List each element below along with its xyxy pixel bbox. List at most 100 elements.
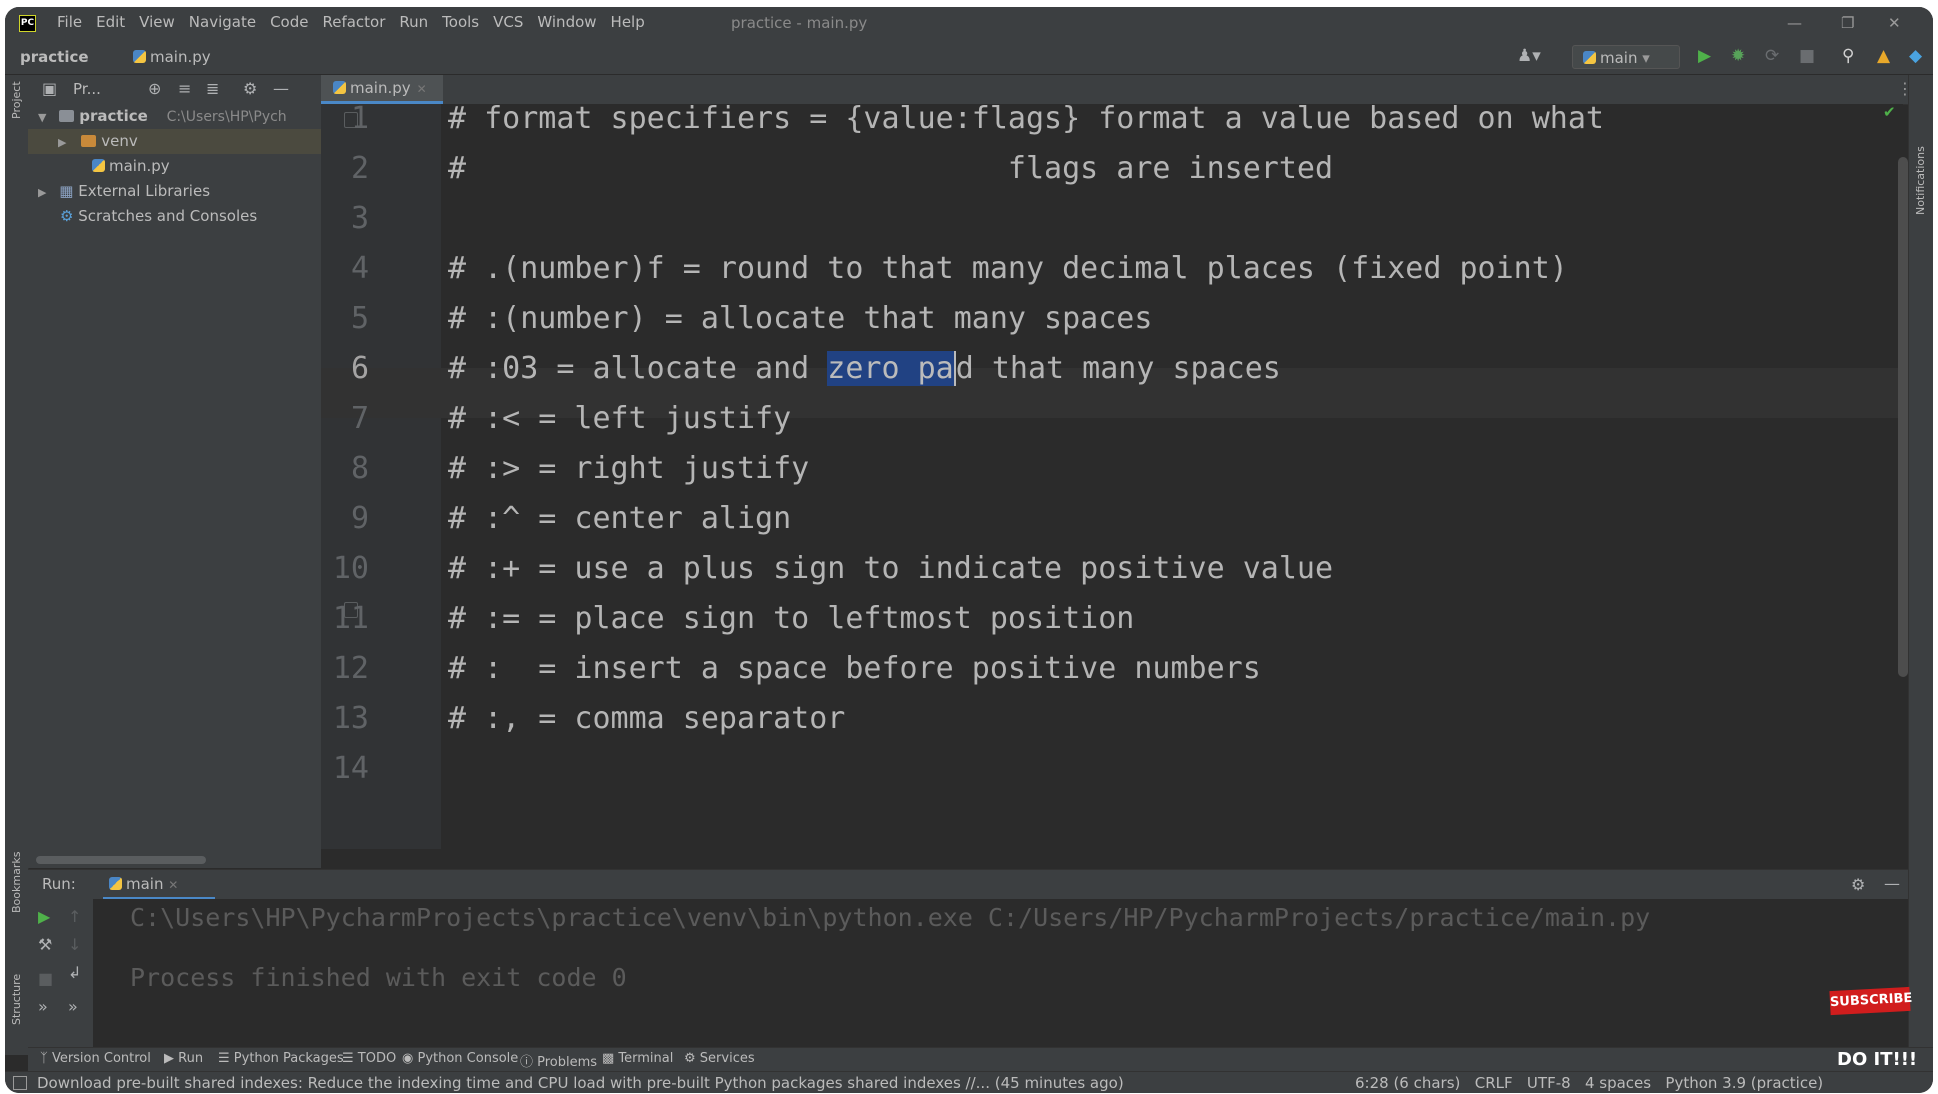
collapse-all-icon[interactable]: ≣ bbox=[206, 79, 219, 98]
minimize-icon[interactable]: — bbox=[1787, 14, 1802, 32]
menu-vcs[interactable]: VCS bbox=[493, 13, 523, 31]
plugin-icon[interactable]: ◆ bbox=[1909, 47, 1922, 65]
run-tab-main[interactable]: main ✕ bbox=[103, 870, 215, 900]
services-tool-button[interactable]: ⚙ Services bbox=[684, 1051, 755, 1066]
menu-refactor[interactable]: Refactor bbox=[322, 13, 385, 31]
menu-run[interactable]: Run bbox=[399, 13, 428, 31]
hide-panel-icon[interactable]: — bbox=[273, 79, 289, 98]
menu-tools[interactable]: Tools bbox=[442, 13, 479, 31]
bookmarks-tool-button[interactable]: Bookmarks bbox=[10, 852, 23, 913]
tree-item-external-libraries[interactable]: ▶ ▦ External Libraries bbox=[28, 179, 321, 204]
tree-item-label: practice bbox=[79, 107, 148, 125]
vertical-scrollbar[interactable] bbox=[1898, 157, 1908, 677]
soft-wrap-icon[interactable]: ↲ bbox=[68, 963, 81, 982]
hide-run-panel-icon[interactable]: — bbox=[1884, 874, 1900, 893]
breadcrumb-file[interactable]: main.py bbox=[133, 48, 211, 66]
line-number: 14 bbox=[332, 751, 369, 786]
project-tool-button[interactable]: Project bbox=[10, 81, 23, 119]
rerun-icon[interactable]: ▶ bbox=[38, 907, 50, 926]
menu-help[interactable]: Help bbox=[611, 13, 645, 31]
close-window-icon[interactable]: ✕ bbox=[1888, 14, 1901, 32]
debug-icon[interactable]: ✹ bbox=[1731, 47, 1745, 65]
expand-all-icon[interactable]: ≡ bbox=[178, 79, 191, 98]
code-line[interactable]: # .(number)f = round to that many decima… bbox=[448, 244, 1568, 294]
code-line[interactable]: # := = place sign to leftmost position bbox=[448, 594, 1134, 644]
run-console[interactable]: ▶ ↑ ⚒ ↓ ■ ↲ » » C:\Users\HP\PycharmProje… bbox=[28, 899, 1908, 1047]
tree-item-label: Scratches and Consoles bbox=[78, 207, 258, 225]
status-bar: Download pre-built shared indexes: Reduc… bbox=[5, 1071, 1933, 1093]
code-line[interactable]: # : = insert a space before positive num… bbox=[448, 644, 1261, 694]
more-actions-icon[interactable]: » bbox=[68, 997, 78, 1016]
menu-code[interactable]: Code bbox=[270, 13, 308, 31]
folder-icon bbox=[59, 110, 75, 122]
code-line[interactable]: # :^ = center align bbox=[448, 494, 791, 544]
code-line[interactable]: # format specifiers = {value:flags} form… bbox=[448, 94, 1604, 144]
project-panel-title[interactable]: Pr... bbox=[73, 80, 101, 98]
console-exit-message: Process finished with exit code 0 bbox=[130, 963, 627, 992]
file-encoding[interactable]: UTF-8 bbox=[1527, 1074, 1571, 1092]
code-line[interactable]: # :+ = use a plus sign to indicate posit… bbox=[448, 544, 1333, 594]
line-number: 9 bbox=[350, 501, 369, 536]
code-text: # :03 = allocate and bbox=[448, 351, 828, 386]
scroll-down-icon[interactable]: ↓ bbox=[68, 935, 81, 954]
line-number: 3 bbox=[350, 201, 369, 236]
python-interpreter[interactable]: Python 3.9 (practice) bbox=[1665, 1074, 1823, 1092]
code-line[interactable]: # :> = right justify bbox=[448, 444, 809, 494]
gear-icon[interactable]: ⚙ bbox=[243, 79, 257, 98]
coverage-icon[interactable]: ⟳ bbox=[1765, 47, 1779, 65]
search-icon[interactable]: ⚲ bbox=[1842, 47, 1854, 65]
notifications-tool-button[interactable]: Notifications bbox=[1914, 146, 1927, 215]
status-message[interactable]: Download pre-built shared indexes: Reduc… bbox=[37, 1074, 1124, 1092]
tree-item-practice[interactable]: ▼ practice C:\Users\HP\Pych bbox=[28, 104, 321, 129]
collapsed-arrow-icon: ▶ bbox=[38, 186, 47, 199]
terminal-tool-button[interactable]: ▩ Terminal bbox=[602, 1051, 673, 1066]
inspection-ok-icon[interactable]: ✔ bbox=[1883, 103, 1896, 121]
line-number: 7 bbox=[350, 401, 369, 436]
caret-position[interactable]: 6:28 (6 chars) bbox=[1355, 1074, 1460, 1092]
menu-window[interactable]: Window bbox=[537, 13, 596, 31]
close-tab-icon[interactable]: ✕ bbox=[417, 82, 427, 96]
tree-item-venv[interactable]: ▶ venv bbox=[28, 129, 321, 154]
locate-icon[interactable]: ⊕ bbox=[148, 79, 161, 98]
problems-tool-button[interactable]: ⓘ Problems bbox=[520, 1051, 597, 1070]
selected-text: zero pa bbox=[827, 351, 954, 386]
code-line[interactable]: # :< = left justify bbox=[448, 394, 791, 444]
line-number: 1 bbox=[350, 101, 369, 136]
tree-item-scratches[interactable]: ⚙ Scratches and Consoles bbox=[28, 204, 321, 229]
scratches-icon: ⚙ bbox=[60, 207, 74, 225]
menu-view[interactable]: View bbox=[139, 13, 175, 31]
code-line[interactable]: # :, = comma separator bbox=[448, 694, 845, 744]
run-config-dropdown[interactable]: main ▾ bbox=[1572, 45, 1680, 69]
stop-icon[interactable]: ■ bbox=[1799, 47, 1815, 65]
run-settings-gear-icon[interactable]: ⚙ bbox=[1851, 875, 1865, 894]
menu-navigate[interactable]: Navigate bbox=[189, 13, 256, 31]
code-line[interactable]: # :(number) = allocate that many spaces bbox=[448, 294, 1152, 344]
python-file-icon bbox=[133, 50, 146, 63]
menu-edit[interactable]: Edit bbox=[96, 13, 125, 31]
user-icon[interactable]: ♟▾ bbox=[1517, 47, 1541, 65]
structure-tool-button[interactable]: Structure bbox=[10, 974, 23, 1025]
more-actions-icon[interactable]: » bbox=[38, 997, 48, 1016]
tree-item-main-py[interactable]: main.py bbox=[28, 154, 321, 179]
close-run-tab-icon[interactable]: ✕ bbox=[168, 878, 178, 892]
python-console-tool-button[interactable]: ◉ Python Console bbox=[402, 1051, 518, 1066]
run-tool-button[interactable]: ▶ Run bbox=[164, 1051, 203, 1066]
stop-run-icon[interactable]: ■ bbox=[38, 969, 53, 988]
menu-file[interactable]: File bbox=[57, 13, 82, 31]
code-line[interactable]: # flags are inserted bbox=[448, 144, 1333, 194]
run-icon[interactable]: ▶ bbox=[1698, 47, 1711, 65]
restore-icon[interactable]: ❐ bbox=[1841, 14, 1854, 32]
python-packages-tool-button[interactable]: ☰ Python Packages bbox=[218, 1051, 344, 1066]
version-control-tool-button[interactable]: ᛉ Version Control bbox=[40, 1051, 151, 1066]
scroll-up-icon[interactable]: ↑ bbox=[68, 907, 81, 926]
wrench-icon[interactable]: ⚒ bbox=[38, 935, 52, 954]
indent-setting[interactable]: 4 spaces bbox=[1585, 1074, 1651, 1092]
horizontal-scrollbar[interactable] bbox=[36, 856, 206, 864]
bottom-tool-bar: ᛉ Version Control ▶ Run ☰ Python Package… bbox=[28, 1047, 1933, 1072]
todo-tool-button[interactable]: ☰ TODO bbox=[342, 1051, 396, 1066]
code-line-current[interactable]: # :03 = allocate and zero pad that many … bbox=[448, 344, 1281, 394]
line-separator[interactable]: CRLF bbox=[1475, 1074, 1513, 1092]
breadcrumb-project[interactable]: practice bbox=[20, 48, 89, 66]
update-icon[interactable]: ▲ bbox=[1877, 47, 1890, 65]
toggle-tool-windows-icon[interactable] bbox=[13, 1076, 27, 1090]
